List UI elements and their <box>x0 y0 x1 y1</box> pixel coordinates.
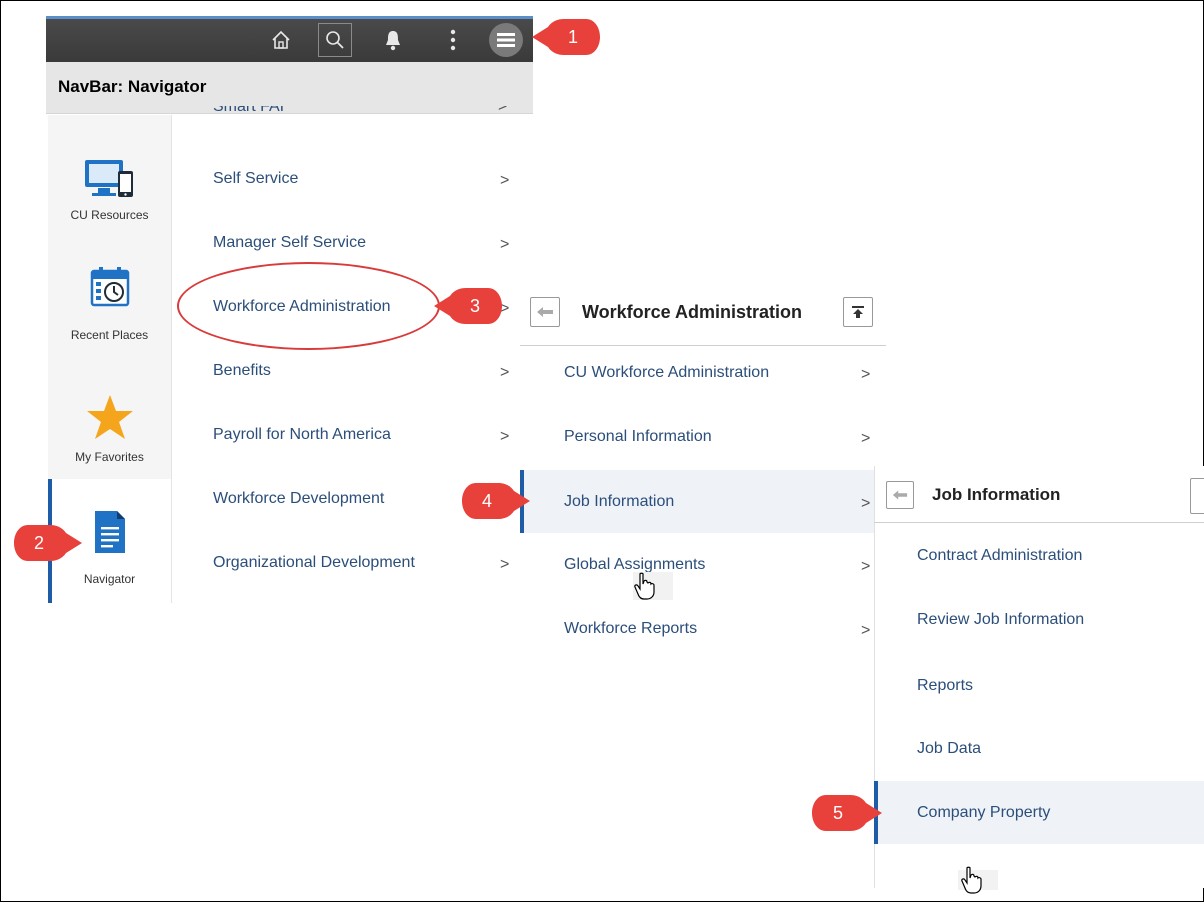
panel-item-label: Job Information <box>564 493 675 510</box>
panel-item-global-assignments[interactable]: Global Assignments > <box>564 556 874 620</box>
callout-badge: 3 <box>432 286 504 326</box>
job-item-label: Job Data <box>917 740 982 757</box>
callout-badge: 5 <box>808 793 884 833</box>
back-arrow-icon <box>537 307 553 317</box>
panel-item-label: CU Workforce Administration <box>564 364 770 381</box>
panel-title: Workforce Administration <box>582 301 803 322</box>
collapse-up-icon <box>852 306 864 318</box>
callout-badge: 2 <box>10 523 84 563</box>
highlight-ellipse <box>177 262 440 350</box>
menu-item-label: Organizational Development <box>213 554 415 571</box>
callout-number: 2 <box>33 532 44 553</box>
job-item-label: Contract Administration <box>917 547 1083 564</box>
job-item-contract-administration[interactable]: Contract Administration <box>917 547 1197 611</box>
back-button[interactable] <box>886 481 914 509</box>
back-button[interactable] <box>530 297 560 327</box>
panel-item-job-information[interactable]: Job Information > <box>520 470 876 533</box>
job-item-label: Reports <box>917 677 974 694</box>
rail-item-label: Recent Places <box>70 328 149 342</box>
menu-item-label: Manager Self Service <box>213 234 366 251</box>
chevron-right-icon: > <box>500 556 510 573</box>
panel-header: Workforce Administration <box>530 297 802 327</box>
menu-item-self-service[interactable]: Self Service > <box>213 170 513 234</box>
callout-number: 1 <box>567 26 578 47</box>
chevron-right-icon: > <box>861 495 871 512</box>
rail-item-cu-resources[interactable]: CU Resources <box>48 115 171 235</box>
hand-cursor-icon <box>634 572 656 605</box>
job-item-company-property[interactable]: Company Property <box>874 781 1204 844</box>
menu-item-label: Self Service <box>213 170 299 187</box>
job-item-reports[interactable]: Reports <box>917 677 1197 741</box>
chevron-right-icon: > <box>861 558 871 575</box>
menu-item-label: Workforce Development <box>213 490 385 507</box>
navbar-title: NavBar: Navigator <box>58 77 207 96</box>
monitor-phone-icon <box>48 157 171 203</box>
rail-item-recent-places[interactable]: Recent Places <box>48 235 171 355</box>
back-arrow-icon <box>892 490 908 500</box>
chevron-right-icon: > <box>500 172 510 189</box>
home-icon[interactable] <box>264 23 298 57</box>
job-item-label: Review Job Information <box>917 611 1085 628</box>
chevron-right-icon: > <box>861 430 871 447</box>
menu-item-partial: Smart FAI > <box>213 106 511 116</box>
chevron-right-icon: > <box>500 364 510 381</box>
calendar-clock-icon <box>48 265 171 309</box>
menu-item-label: Smart FAI <box>213 106 285 115</box>
menu-item-benefits[interactable]: Benefits > <box>213 362 513 426</box>
job-item-label: Company Property <box>917 804 1051 821</box>
panel-item-label: Personal Information <box>564 428 712 445</box>
rail-item-my-favorites[interactable]: My Favorites <box>48 355 171 475</box>
callout-number: 3 <box>469 295 480 316</box>
panel-item-workforce-reports[interactable]: Workforce Reports > <box>564 620 874 684</box>
chevron-right-icon: > <box>861 622 871 639</box>
top-navbar <box>46 16 533 62</box>
hand-cursor-icon <box>961 866 983 899</box>
collapse-button[interactable] <box>1190 478 1204 514</box>
callout-badge: 1 <box>530 17 602 57</box>
callout-number: 4 <box>481 490 492 511</box>
bell-icon[interactable] <box>376 23 410 57</box>
panel-item-label: Workforce Reports <box>564 620 698 637</box>
panel-header: Job Information <box>886 481 1060 509</box>
rail-item-label: My Favorites <box>75 450 144 464</box>
panel-title: Job Information <box>932 485 1061 504</box>
chevron-right-icon: > <box>498 106 508 115</box>
rail-item-label: Navigator <box>83 572 136 586</box>
chevron-right-icon: > <box>861 366 871 383</box>
menu-item-label: Benefits <box>213 362 271 379</box>
search-icon[interactable] <box>318 23 352 57</box>
menu-item-organizational-development[interactable]: Organizational Development > <box>213 554 513 618</box>
job-item-review-job-information[interactable]: Review Job Information <box>917 611 1197 675</box>
callout-badge: 4 <box>458 481 532 521</box>
menu-item-label: Payroll for North America <box>213 426 391 443</box>
kebab-menu-icon[interactable] <box>436 23 470 57</box>
chevron-right-icon: > <box>500 428 510 445</box>
collapse-button[interactable] <box>843 297 873 327</box>
rail-item-label: CU Resources <box>70 208 149 222</box>
star-icon <box>48 393 171 441</box>
chevron-right-icon: > <box>500 236 510 253</box>
panel-item-cu-workforce[interactable]: CU Workforce Administration > <box>564 364 874 428</box>
hamburger-menu-icon[interactable] <box>489 23 523 57</box>
callout-number: 5 <box>832 802 843 823</box>
